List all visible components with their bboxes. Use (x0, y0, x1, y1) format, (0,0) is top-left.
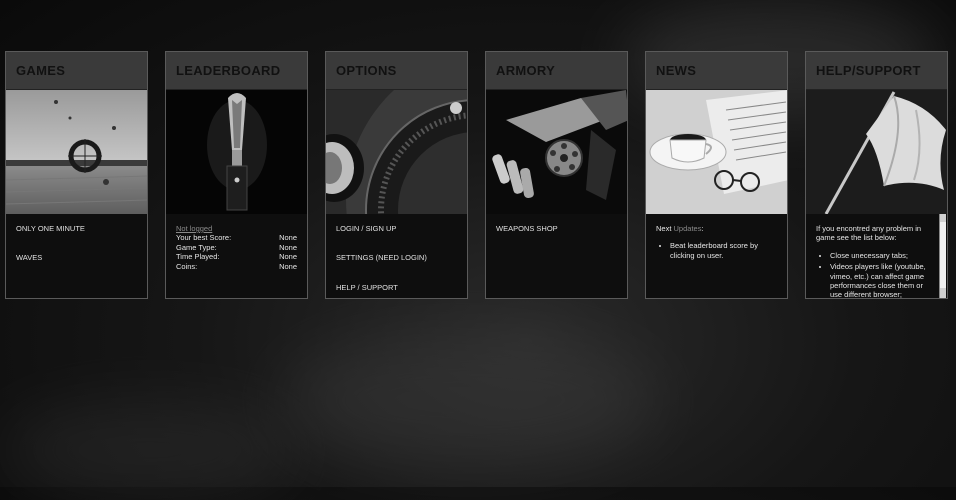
stat-value: None (279, 261, 297, 271)
stat-label: Your best Score: (176, 233, 232, 243)
scroll-thumb[interactable] (940, 222, 946, 288)
settings-link[interactable]: SETTINGS (NEED LOGIN) (336, 253, 457, 262)
games-header[interactable]: GAMES (6, 52, 147, 90)
armory-image (486, 90, 627, 214)
background-smoke (280, 330, 660, 470)
updates-label: Updates (673, 224, 702, 233)
stat-label: Coins: (176, 261, 198, 271)
background-smoke (0, 400, 300, 500)
news-panel: NEWS Next Updates: Beat leaderboard scor… (645, 51, 788, 299)
stat-label: Game Type: (176, 242, 217, 252)
help-list: Close unecessary tabs; Videos players li… (816, 251, 937, 300)
games-image (6, 90, 147, 214)
stat-row-game-type: Game Type: None (176, 243, 297, 252)
help-item: Close unecessary tabs; (830, 251, 937, 260)
stat-row-best-score: Your best Score: None (176, 233, 297, 242)
games-panel: GAMES ONLY ONE MINUTE WAVES (5, 51, 148, 299)
leaderboard-panel: LEADERBOARD Not logged Your best Score: … (165, 51, 308, 299)
leaderboard-title: LEADERBOARD (176, 63, 281, 78)
help-body: If you encontred any problem in game see… (806, 214, 947, 312)
next-label: Next (656, 224, 672, 233)
options-header[interactable]: OPTIONS (326, 52, 467, 90)
waves-link[interactable]: WAVES (16, 253, 137, 262)
stat-label: Time Played: (176, 252, 220, 262)
stat-value: None (279, 252, 297, 262)
leaderboard-body: Not logged Your best Score: None Game Ty… (166, 214, 307, 281)
armory-panel: ARMORY WEAPONS SHOP (485, 51, 628, 299)
login-signup-link[interactable]: LOGIN / SIGN UP (336, 224, 457, 233)
stat-value: None (279, 233, 297, 243)
help-item: Videos players like (youtube, vimeo, etc… (830, 262, 937, 300)
armory-header[interactable]: ARMORY (486, 52, 627, 90)
news-heading: Next Updates: (656, 224, 704, 233)
options-body: LOGIN / SIGN UP SETTINGS (NEED LOGIN) HE… (326, 214, 467, 322)
stat-row-time-played: Time Played: None (176, 252, 297, 261)
games-title: GAMES (16, 63, 66, 78)
help-support-link[interactable]: HELP / SUPPORT (336, 283, 457, 292)
options-title: OPTIONS (336, 63, 397, 78)
help-image (806, 90, 947, 214)
news-list: Beat leaderboard score by clicking on us… (656, 241, 777, 260)
not-logged-link[interactable]: Not logged (176, 224, 212, 233)
options-image (326, 90, 467, 214)
leaderboard-image (166, 90, 307, 214)
news-item: Beat leaderboard score by clicking on us… (670, 241, 777, 260)
news-header[interactable]: NEWS (646, 52, 787, 90)
stat-row-coins: Coins: None (176, 262, 297, 271)
leaderboard-header[interactable]: LEADERBOARD (166, 52, 307, 90)
news-body: Next Updates: Beat leaderboard score by … (646, 214, 787, 272)
help-title: HELP/SUPPORT (816, 63, 921, 78)
news-image (646, 90, 787, 214)
armory-body: WEAPONS SHOP (486, 214, 627, 263)
help-scrollbar[interactable] (939, 214, 946, 298)
help-panel: HELP/SUPPORT If you encontred any proble… (805, 51, 948, 299)
only-one-minute-link[interactable]: ONLY ONE MINUTE (16, 224, 137, 233)
help-intro: If you encontred any problem in game see… (816, 224, 922, 243)
news-title: NEWS (656, 63, 697, 78)
stat-value: None (279, 242, 297, 252)
armory-title: ARMORY (496, 63, 556, 78)
options-panel: OPTIONS LOGIN / SIGN UP SETTINGS (NEED L… (325, 51, 468, 299)
games-body: ONLY ONE MINUTE WAVES (6, 214, 147, 293)
help-header[interactable]: HELP/SUPPORT (806, 52, 947, 90)
weapons-shop-link[interactable]: WEAPONS SHOP (496, 224, 617, 233)
